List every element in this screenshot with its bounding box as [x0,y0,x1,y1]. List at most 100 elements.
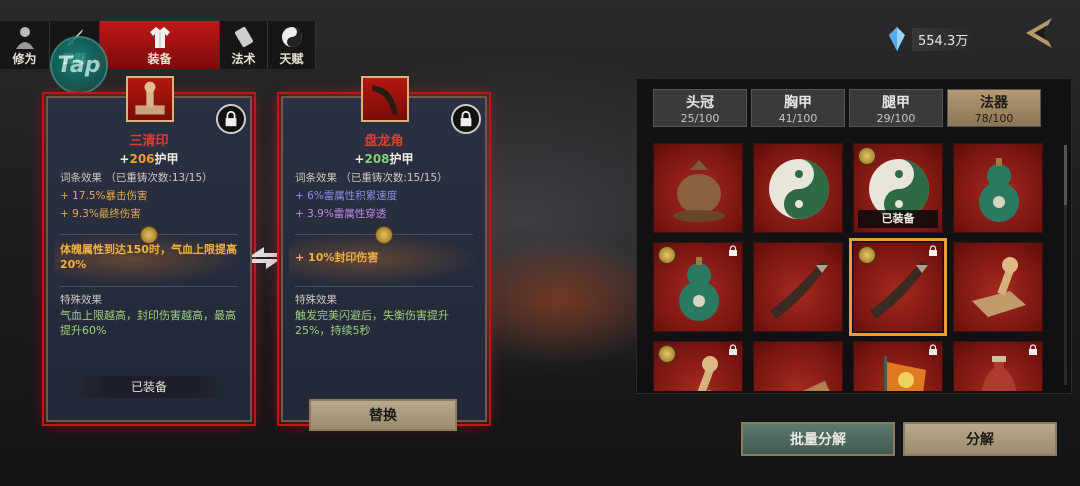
affix-recast-count: （已重铸次数:15/15） [340,172,448,184]
tab-label: 天赋 [279,52,304,66]
yin-yang-icon [281,27,302,47]
affix-line: + 9.3%最终伤害 [60,208,141,220]
robe-icon [149,27,170,48]
lock-icon [929,344,937,355]
replace-button[interactable]: 替换 [309,399,457,431]
coin-emblem-icon [375,226,393,244]
armor-label: 护甲 [389,152,414,166]
armor-value: 206 [129,152,155,166]
horn-icon [372,85,398,115]
scroll-icon [234,26,253,48]
equipped-status: 已装备 [68,376,230,398]
decompose-button[interactable]: 分解 [903,422,1057,456]
seal-stamp-icon [135,81,165,115]
lock-icon [729,344,737,355]
seal-stamp-icon [972,257,1026,317]
category-name: 胸甲 [784,95,812,111]
special-effect-title: 特殊效果 [60,294,102,306]
lock-icon [460,110,472,127]
crystal-icon [889,27,905,51]
tab-headgear[interactable]: 头冠 25/100 [653,89,747,127]
top-tab-bar: 修为 武器 装备 法术 天赋 [0,21,318,69]
affix-line: + 17.5%暴击伤害 [60,190,148,202]
category-name: 法器 [980,95,1008,111]
swap-arrows-icon [252,247,278,269]
tab-cultivation[interactable]: 修为 [0,21,50,69]
affix-title: 词条效果 [295,172,337,184]
set-bonus-text: + 10%封印伤害 [295,251,379,264]
special-effect-title: 特殊效果 [295,294,337,306]
staff-icon [774,380,830,391]
back-arrow-icon[interactable] [1022,14,1060,52]
lock-icon [729,245,737,256]
inventory-panel: 头冠 25/100 胸甲 41/100 腿甲 29/100 法器 78/100 … [636,78,1072,394]
tab-label: 修为 [12,52,37,66]
currency-amount: 554.3万 [912,27,977,51]
inventory-slot[interactable] [849,238,947,336]
tab-artifact[interactable]: 法器 78/100 [947,89,1041,127]
category-count: 29/100 [876,112,916,125]
horn-icon [870,261,928,319]
currency-display: 554.3万 [888,26,988,52]
lock-icon [225,110,237,127]
tap-badge[interactable]: Tap [50,36,108,94]
affix-header: 词条效果 （已重铸次数:13/15） [60,170,213,185]
lock-icon [929,245,937,256]
lock-icon [1029,344,1037,355]
affix-header: 词条效果 （已重铸次数:15/15） [295,170,448,185]
item-name: 盘龙角 [364,134,404,149]
tab-label: 装备 [147,52,172,66]
inventory-slot[interactable] [953,143,1043,233]
tab-chest[interactable]: 胸甲 41/100 [751,89,845,127]
inventory-slot[interactable] [653,242,743,332]
quality-badge-icon [658,246,676,264]
armor-stat: +208护甲 [283,150,485,167]
scrollbar-thumb[interactable] [1064,145,1067,205]
person-silhouette-icon [15,27,34,49]
inventory-slot[interactable] [653,143,743,233]
divider [60,286,238,287]
armor-prefix: + [119,152,130,166]
horn-icon [770,261,828,319]
tab-legs[interactable]: 腿甲 29/100 [849,89,943,127]
item-portrait [126,76,174,122]
special-effect-text: 气血上限越高，封印伤害越高，最高提升60% [60,309,236,337]
inventory-slot[interactable] [953,242,1043,332]
affix-line: + 6%雷属性积累速度 [295,190,398,202]
equipped-item-card[interactable]: 三清印 +206护甲 词条效果 （已重铸次数:13/15） + 17.5%暴击伤… [42,76,256,426]
gourd-icon [979,158,1019,222]
item-portrait [361,76,409,122]
divider [295,286,473,287]
quality-badge-icon [658,345,676,363]
affix-title: 词条效果 [60,172,102,184]
inventory-slot[interactable]: 已装备 [853,143,943,233]
inventory-slot[interactable] [653,341,743,391]
equipped-tag: 已装备 [858,210,938,228]
inventory-slot[interactable] [753,143,843,233]
armor-label: 护甲 [154,152,179,166]
gourd-icon [679,257,719,321]
yin-yang-icon [769,159,829,219]
armor-stat: +206护甲 [48,150,250,167]
scrollbar[interactable] [1064,145,1067,385]
inventory-slot[interactable] [953,341,1043,391]
armor-prefix: + [354,152,365,166]
bulk-decompose-button[interactable]: 批量分解 [741,422,895,456]
vase-icon [981,356,1017,391]
tab-spells[interactable]: 法术 [220,21,268,69]
banner-icon [884,356,926,391]
inventory-slot[interactable] [853,341,943,391]
compare-item-card[interactable]: 盘龙角 +208护甲 词条效果 （已重铸次数:15/15） + 6%雷属性积累速… [277,76,491,426]
pagoda-urn-icon [673,160,725,222]
tab-equipment[interactable]: 装备 [100,21,220,69]
item-name: 三清印 [129,134,169,149]
category-count: 78/100 [974,112,1014,125]
tab-talent[interactable]: 天赋 [268,21,316,69]
inventory-slot[interactable] [753,341,843,391]
inventory-slot[interactable] [753,242,843,332]
item-grid: 已装备 [653,143,1045,391]
category-name: 腿甲 [882,95,910,111]
quality-badge-icon [858,246,876,264]
tab-label: 法术 [231,52,256,66]
set-bonus-text: 体魄属性到达150时，气血上限提高20% [60,243,237,271]
